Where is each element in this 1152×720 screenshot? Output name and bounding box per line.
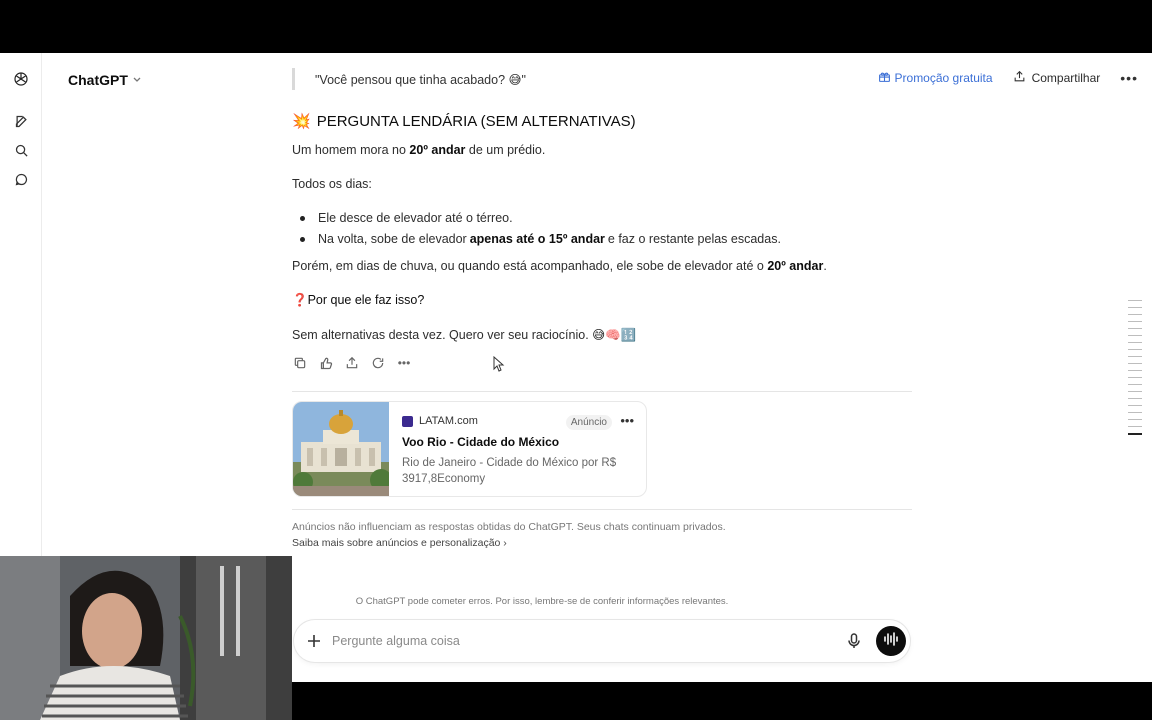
ad-title: Voo Rio - Cidade do México	[402, 435, 560, 449]
p1-bold: 20º andar	[409, 143, 466, 157]
prompt-input[interactable]	[332, 628, 802, 654]
webcam-overlay	[0, 556, 292, 720]
more-actions-icon[interactable]: •••	[396, 355, 412, 371]
plus-icon[interactable]	[304, 631, 324, 651]
question-mark-icon: ❓	[292, 293, 308, 307]
ads-disclaimer: Anúncios não influenciam as respostas ob…	[292, 521, 726, 533]
share-icon	[1013, 70, 1026, 86]
more-options-icon[interactable]: •••	[1120, 70, 1138, 86]
ad-source-name: LATAM.com	[419, 415, 478, 427]
collision-emoji-icon: 💥	[292, 113, 311, 130]
model-name: ChatGPT	[68, 72, 128, 88]
bullet-2-bold: apenas até o 15º andar	[469, 232, 605, 246]
question-text: Por que ele faz isso?	[307, 293, 425, 307]
voice-mode-button[interactable]	[876, 626, 906, 656]
divider	[292, 391, 912, 392]
openai-logo-icon[interactable]	[11, 69, 31, 89]
header-actions: Promoção gratuita Compartilhar •••	[878, 70, 1138, 86]
previous-quote: "Você pensou que tinha acabado? 😅"	[292, 68, 526, 90]
list-item: Na volta, sobe de elevador apenas até o …	[300, 232, 781, 246]
share-message-icon[interactable]	[344, 355, 360, 371]
search-icon[interactable]	[11, 140, 31, 160]
paragraph-2: Todos os dias:	[292, 177, 372, 191]
share-label: Compartilhar	[1031, 71, 1101, 85]
disclaimer-footnote: O ChatGPT pode cometer erros. Por isso, …	[355, 596, 729, 607]
quote-text: "Você pensou que tinha acabado? 😅"	[315, 72, 526, 87]
conversation-minimap[interactable]	[1128, 300, 1142, 441]
p3-bold: 20º andar	[767, 259, 824, 273]
learn-more-text: Saiba mais sobre anúncios e personalizaç…	[292, 537, 501, 549]
ads-learn-more-link[interactable]: Saiba mais sobre anúncios e personalizaç…	[292, 537, 507, 549]
copy-icon[interactable]	[292, 355, 308, 371]
soundwave-icon	[883, 631, 899, 651]
mouse-cursor-icon	[493, 355, 505, 377]
bullet	[300, 236, 305, 242]
new-chat-icon[interactable]	[11, 111, 31, 131]
model-switcher[interactable]: ChatGPT	[68, 71, 142, 89]
gift-icon	[878, 70, 891, 86]
ad-body: LATAM.com Anúncio ••• Voo Rio - Cidade d…	[389, 402, 646, 496]
promo-button[interactable]: Promoção gratuita	[878, 70, 993, 86]
divider	[292, 509, 912, 510]
bullet-2-pre: Na volta, sobe de elevador	[318, 232, 467, 246]
ad-image-palace	[293, 402, 392, 496]
sponsored-ad-card[interactable]: LATAM.com Anúncio ••• Voo Rio - Cidade d…	[292, 401, 647, 497]
regenerate-icon[interactable]	[370, 355, 386, 371]
top-black-bar	[0, 0, 1152, 53]
bullet-2-post: e faz o restante pelas escadas.	[607, 232, 781, 246]
ad-more-icon[interactable]: •••	[620, 413, 634, 428]
list-item: Ele desce de elevador até o térreo.	[300, 211, 513, 225]
chats-icon[interactable]	[11, 169, 31, 189]
bullet-1-text: Ele desce de elevador até o térreo.	[318, 211, 513, 225]
closing-line: Sem alternativas desta vez. Quero ver se…	[292, 328, 637, 342]
p3-pre: Porém, em dias de chuva, ou quando está …	[292, 259, 764, 273]
latam-logo-icon	[402, 415, 413, 427]
share-button[interactable]: Compartilhar	[1013, 70, 1101, 86]
paragraph-3: Porém, em dias de chuva, ou quando está …	[292, 259, 827, 273]
p3-post: .	[823, 259, 827, 273]
paragraph-1: Um homem mora no 20º andar de um prédio.	[292, 143, 545, 157]
promo-label: Promoção gratuita	[894, 71, 993, 85]
message-actions: •••	[292, 355, 412, 371]
chevron-right-icon: ›	[503, 537, 507, 549]
feedback-icon[interactable]	[318, 355, 334, 371]
bullet	[300, 215, 305, 221]
message-heading: 💥 PERGUNTA LENDÁRIA (SEM ALTERNATIVAS)	[292, 112, 636, 131]
ad-description: Rio de Janeiro - Cidade do México por R$…	[402, 457, 617, 485]
chevron-down-icon	[132, 71, 142, 89]
question: ❓Por que ele faz isso?	[292, 293, 424, 308]
heading-text: PERGUNTA LENDÁRIA (SEM ALTERNATIVAS)	[316, 112, 636, 130]
ad-badge: Anúncio	[565, 415, 612, 430]
microphone-icon[interactable]	[844, 631, 864, 651]
p1-post: de um prédio.	[468, 143, 546, 157]
p1-pre: Um homem mora no	[292, 143, 406, 157]
prompt-composer	[294, 620, 910, 662]
